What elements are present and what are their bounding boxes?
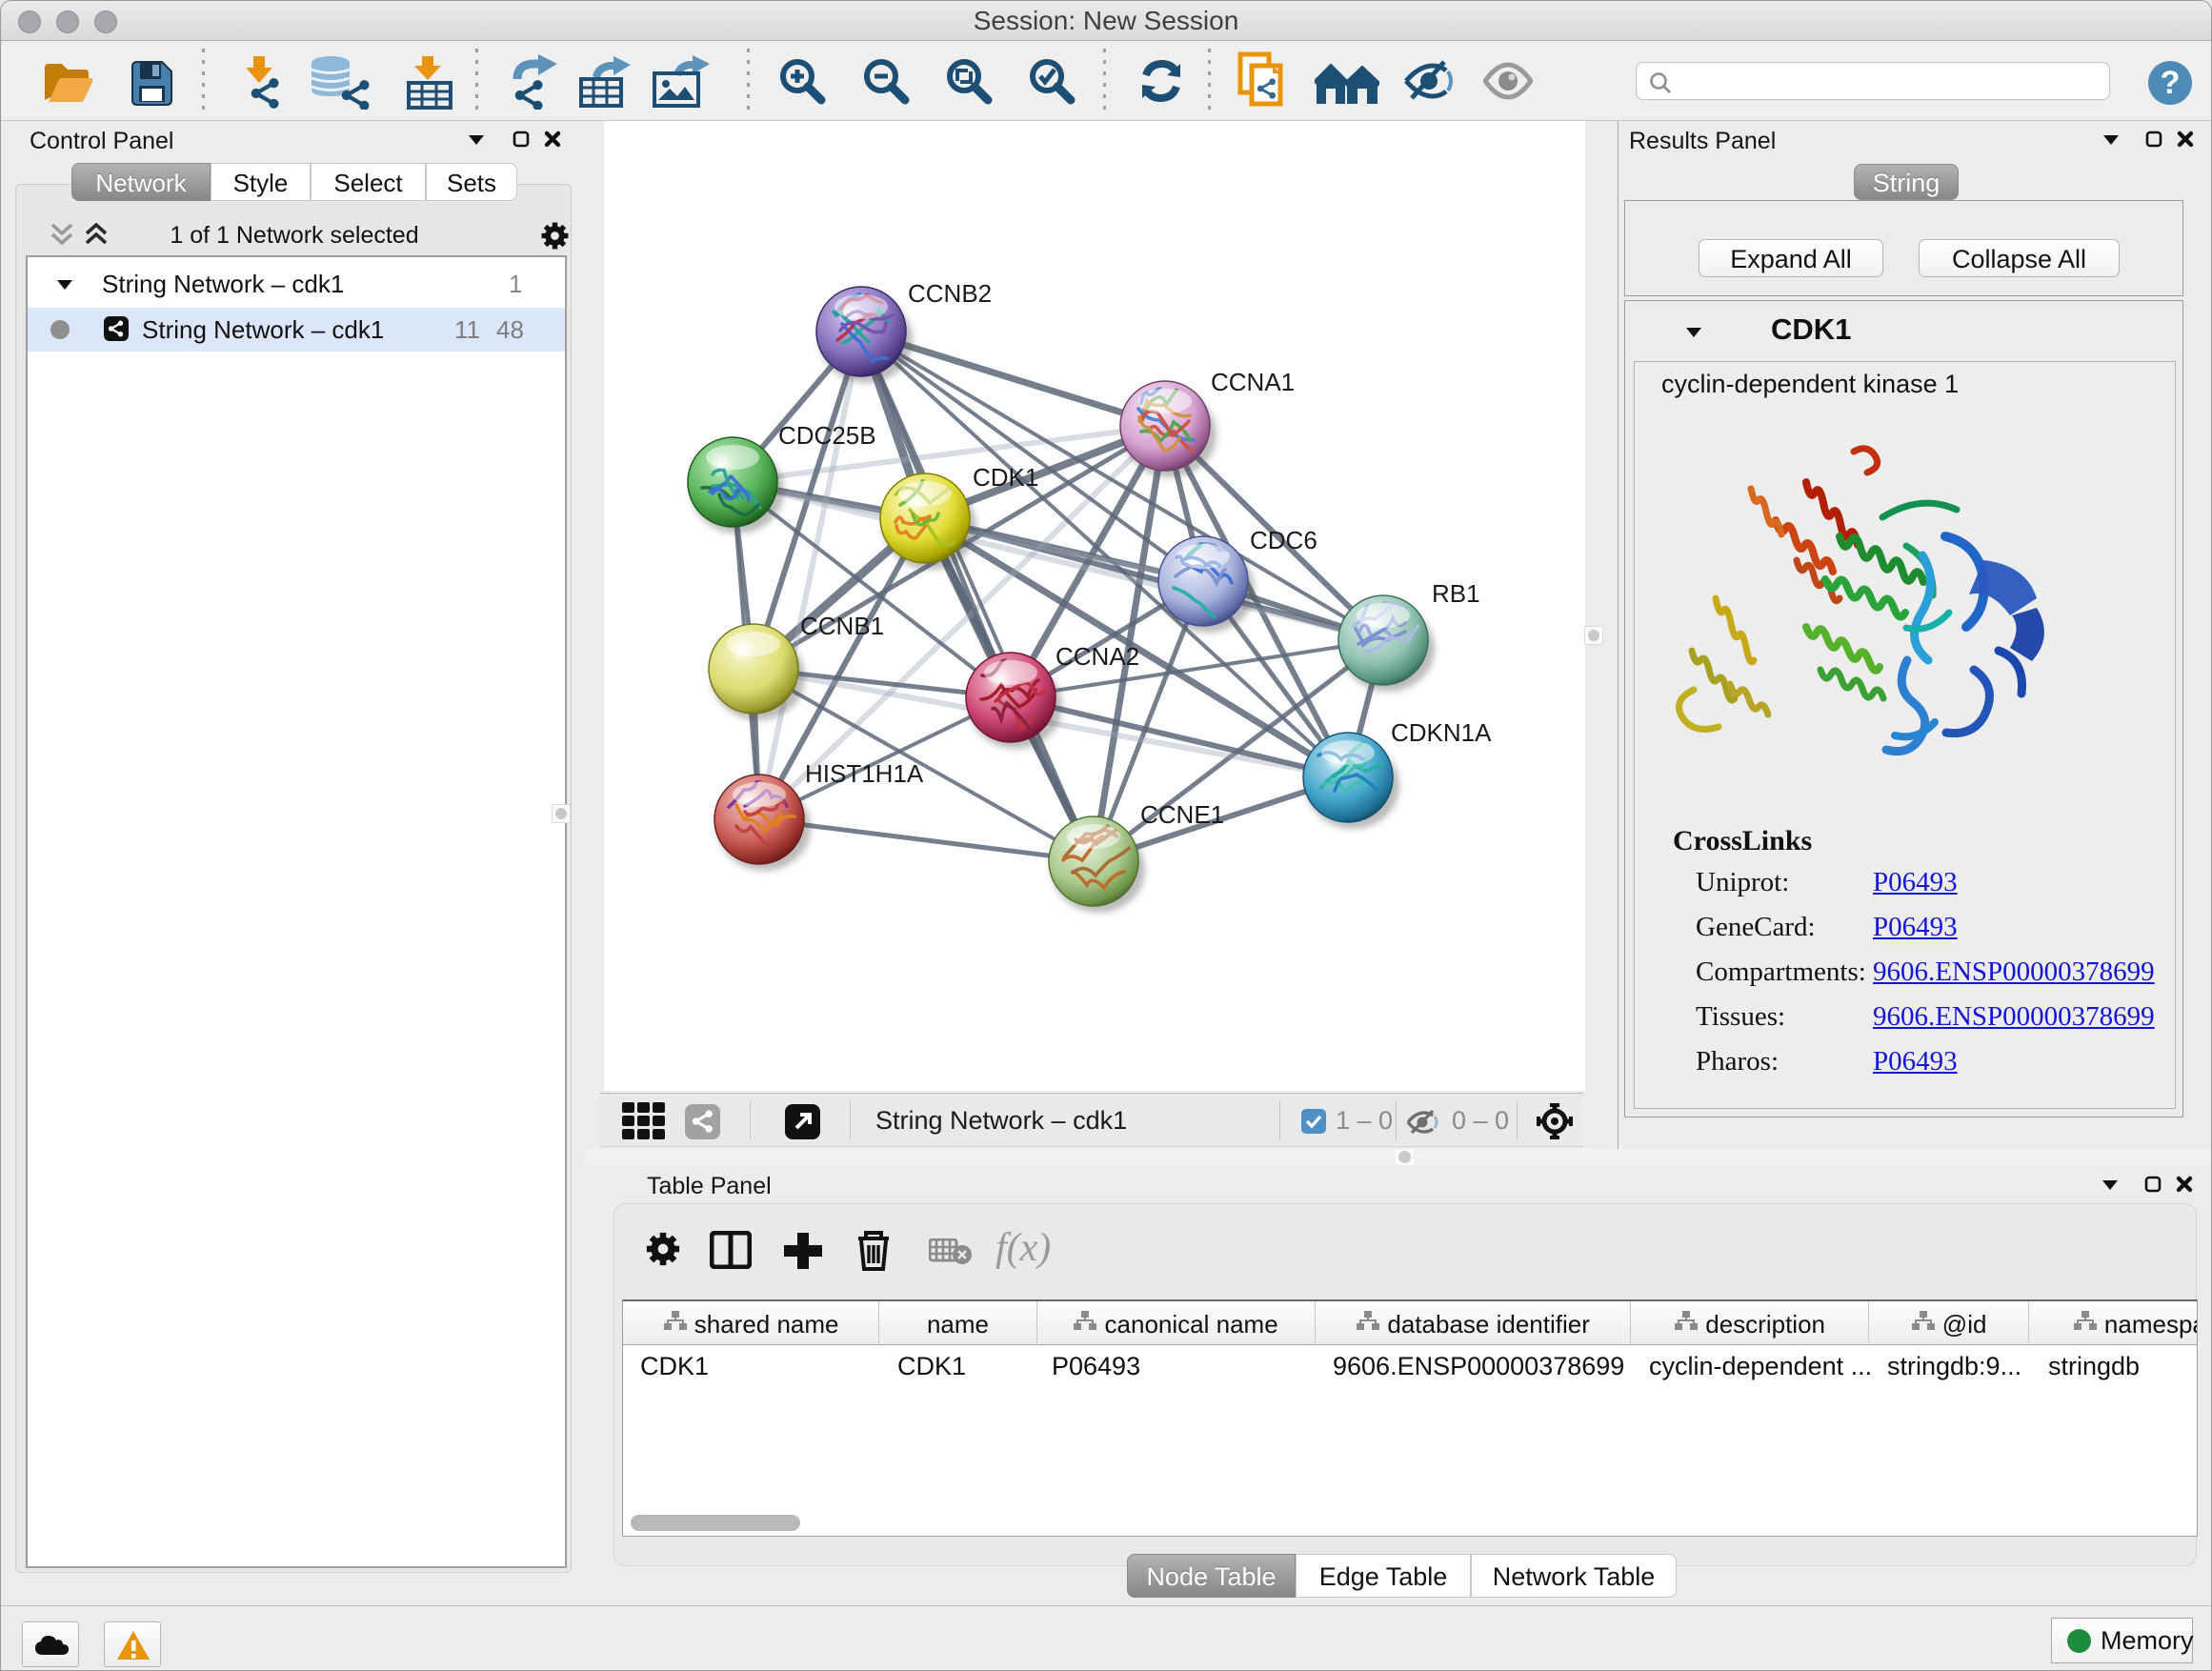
svg-text:CCNA1: CCNA1	[1211, 368, 1295, 396]
svg-text:CDC25B: CDC25B	[778, 421, 876, 450]
svg-text:CDK1: CDK1	[973, 463, 1038, 492]
svg-text:CCNB2: CCNB2	[908, 279, 992, 308]
svg-text:CDKN1A: CDKN1A	[1391, 718, 1492, 747]
svg-text:CCNB1: CCNB1	[800, 612, 884, 640]
svg-text:HIST1H1A: HIST1H1A	[805, 759, 924, 788]
svg-text:CCNA2: CCNA2	[1056, 642, 1139, 671]
svg-text:CDC6: CDC6	[1250, 526, 1317, 554]
svg-text:CCNE1: CCNE1	[1140, 800, 1224, 829]
svg-text:RB1: RB1	[1432, 579, 1480, 608]
